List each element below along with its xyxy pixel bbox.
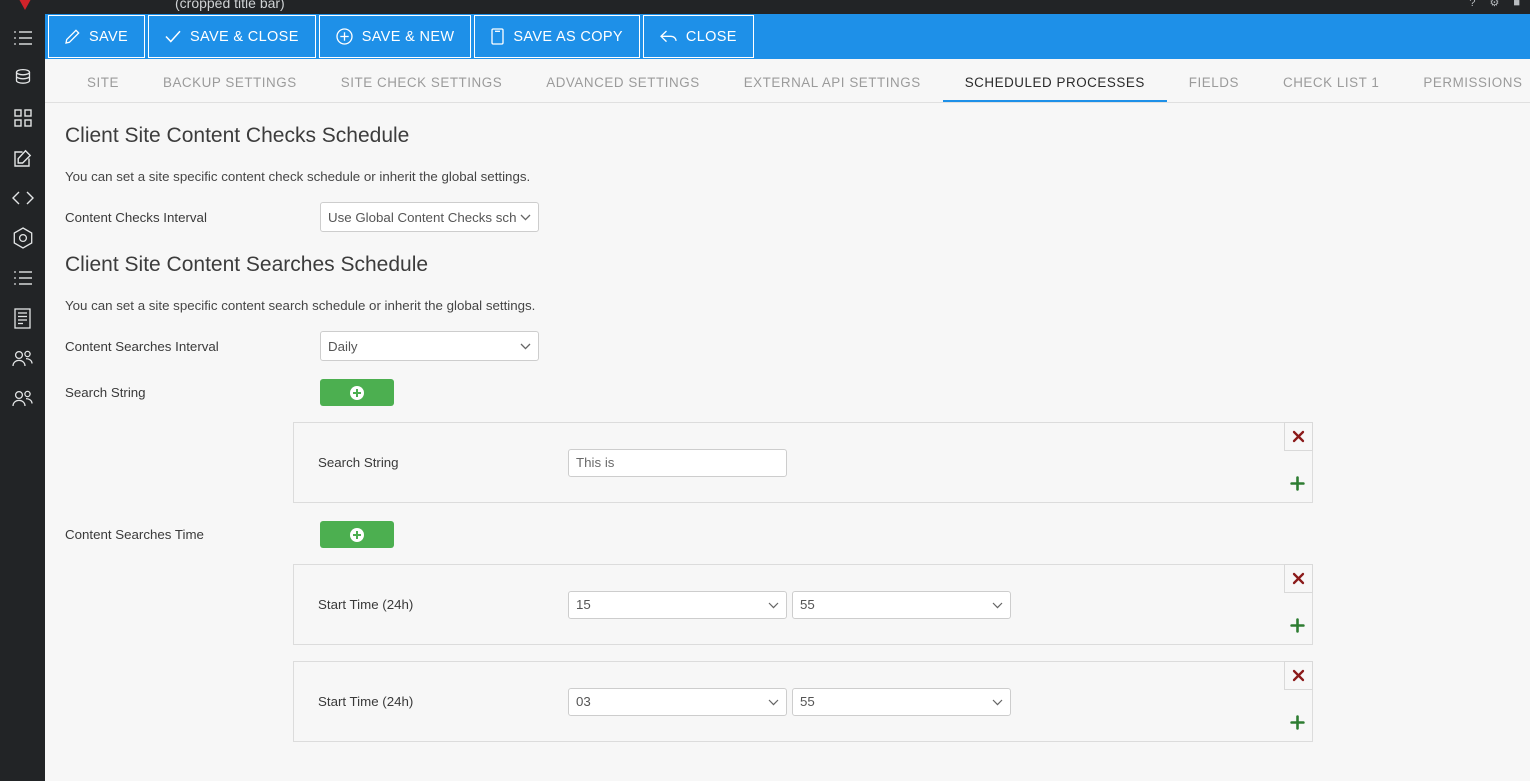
add-search-string-row-button[interactable]: [1286, 472, 1308, 494]
scheduled-processes-panel: Client Site Content Checks Schedule You …: [45, 103, 1530, 781]
close-button[interactable]: CLOSE: [642, 15, 754, 58]
sidebar-item-grid[interactable]: [0, 98, 45, 138]
start-time-hour-select-1[interactable]: 15: [568, 590, 787, 619]
searches-time-row-wrap-2: Start Time (24h) 03 55: [293, 661, 1313, 742]
content-searches-heading: Client Site Content Searches Schedule: [65, 253, 429, 276]
tab-site-check-settings[interactable]: SITE CHECK SETTINGS: [319, 75, 525, 102]
sidebar-item-documents[interactable]: [0, 298, 45, 338]
help-icon[interactable]: ?: [1469, 0, 1475, 9]
save-button[interactable]: SAVE: [48, 15, 146, 58]
red-triangle-logo: [14, 0, 36, 10]
sidebar-item-list-2[interactable]: [0, 258, 45, 298]
content-checks-interval-label: Content Checks Interval: [65, 209, 207, 225]
content-searches-description: You can set a site specific content sear…: [65, 298, 536, 313]
save-as-copy-button[interactable]: SAVE AS COPY: [474, 15, 640, 58]
add-searches-time-row-button-1[interactable]: [1286, 614, 1308, 636]
window-titlebar: (cropped title bar) ? ⚙ ■: [0, 0, 1530, 14]
content-checks-description: You can set a site specific content chec…: [65, 169, 531, 184]
tab-fields[interactable]: FIELDS: [1167, 75, 1261, 102]
content-searches-interval-row: Content Searches Interval Daily: [65, 313, 1530, 361]
start-time-selects-2: 03 55: [568, 687, 1011, 716]
sidebar-item-list[interactable]: [0, 18, 45, 58]
start-time-selects-1: 15 55: [568, 590, 1011, 619]
search-string-group-label: Search String: [65, 385, 146, 400]
searches-time-row: Start Time (24h) 15 55: [293, 564, 1313, 645]
start-time-label-2: Start Time (24h): [318, 694, 414, 709]
delete-search-string-button[interactable]: [1284, 422, 1313, 451]
tab-backup-settings[interactable]: BACKUP SETTINGS: [141, 75, 319, 102]
tab-site[interactable]: SITE: [65, 75, 141, 102]
start-time-minute-select-2[interactable]: 55: [792, 687, 1011, 716]
save-and-close-button[interactable]: SAVE & CLOSE: [148, 15, 316, 58]
action-toolbar: SAVE SAVE & CLOSE SAVE & NEW SAVE AS COP…: [45, 14, 1530, 59]
save-and-close-label: SAVE & CLOSE: [190, 28, 299, 45]
copy-icon: [491, 28, 505, 45]
content-checks-heading: Client Site Content Checks Schedule: [65, 124, 410, 147]
searches-time-group-row: Content Searches Time: [65, 503, 1530, 548]
tab-bar: SITE BACKUP SETTINGS SITE CHECK SETTINGS…: [45, 59, 1530, 103]
delete-searches-time-button-2[interactable]: [1284, 661, 1313, 690]
close-button-label: CLOSE: [685, 28, 737, 45]
tab-scheduled-processes[interactable]: SCHEDULED PROCESSES: [942, 75, 1167, 102]
start-time-minute-wrap-1: 55: [792, 590, 1011, 619]
sidebar-rail: [0, 0, 45, 781]
tab-permissions[interactable]: PERMISSIONS: [1401, 75, 1530, 102]
content-searches-interval-select[interactable]: Daily: [320, 331, 539, 361]
start-time-minute-select-1[interactable]: 55: [792, 590, 1011, 619]
titlebar-controls[interactable]: ? ⚙ ■: [1469, 0, 1520, 9]
plus-circle-icon: [350, 385, 364, 400]
pencil-icon: [65, 29, 80, 44]
start-time-label-1: Start Time (24h): [318, 597, 414, 612]
delete-searches-time-button-1[interactable]: [1284, 564, 1313, 593]
start-time-hour-wrap-1: 15: [568, 590, 787, 619]
sidebar-item-settings[interactable]: [0, 218, 45, 258]
sidebar-item-edit[interactable]: [0, 138, 45, 178]
search-string-row-wrap: Search String: [293, 422, 1313, 503]
start-time-hour-select-2[interactable]: 03: [568, 687, 787, 716]
content-checks-interval-row: Content Checks Interval Use Global Conte…: [65, 184, 1530, 232]
plus-circle-icon: [336, 28, 353, 45]
start-time-hour-wrap-2: 03: [568, 687, 787, 716]
save-as-copy-label: SAVE AS COPY: [513, 28, 623, 45]
gear-icon[interactable]: ⚙: [1489, 0, 1499, 9]
window-title: (cropped title bar): [175, 0, 285, 11]
tab-check-list-1[interactable]: CHECK LIST 1: [1261, 75, 1401, 102]
start-time-minute-wrap-2: 55: [792, 687, 1011, 716]
save-and-new-button[interactable]: SAVE & NEW: [318, 15, 472, 58]
sidebar-item-users-2[interactable]: [0, 378, 45, 418]
tab-external-api-settings[interactable]: EXTERNAL API SETTINGS: [722, 75, 943, 102]
back-arrow-icon: [659, 29, 677, 44]
searches-time-row-wrap-1: Start Time (24h) 15 55: [293, 564, 1313, 645]
plus-circle-icon: [350, 527, 364, 542]
sidebar-item-database[interactable]: [0, 58, 45, 98]
add-search-string-button[interactable]: [320, 379, 394, 406]
content-checks-interval-select[interactable]: Use Global Content Checks schedule: [320, 202, 539, 232]
check-icon: [165, 30, 181, 43]
searches-time-row: Start Time (24h) 03 55: [293, 661, 1313, 742]
tab-advanced-settings[interactable]: ADVANCED SETTINGS: [524, 75, 721, 102]
content-searches-interval-wrap: Daily: [320, 331, 539, 361]
sidebar-item-users[interactable]: [0, 338, 45, 378]
save-and-new-label: SAVE & NEW: [361, 28, 455, 45]
app-root: (cropped title bar) ? ⚙ ■ SAVE SAVE & CL…: [0, 0, 1530, 781]
searches-time-group-label: Content Searches Time: [65, 527, 204, 542]
sidebar-item-code[interactable]: [0, 178, 45, 218]
content-searches-interval-label: Content Searches Interval: [65, 338, 219, 354]
add-searches-time-button[interactable]: [320, 521, 394, 548]
search-string-row: Search String: [293, 422, 1313, 503]
search-string-group-row: Search String: [65, 361, 1530, 406]
add-searches-time-row-button-2[interactable]: [1286, 711, 1308, 733]
search-string-input[interactable]: [568, 448, 787, 477]
user-icon[interactable]: ■: [1513, 0, 1520, 9]
content-checks-interval-wrap: Use Global Content Checks schedule: [320, 202, 539, 232]
search-string-row-label: Search String: [318, 455, 399, 470]
save-button-label: SAVE: [89, 28, 129, 45]
